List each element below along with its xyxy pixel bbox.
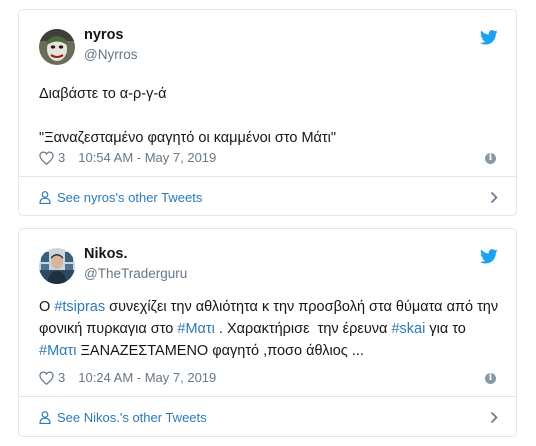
hashtag-link[interactable]: #tsipras: [54, 299, 105, 315]
avatar[interactable]: [39, 29, 75, 65]
twitter-bird-icon[interactable]: [480, 249, 498, 264]
like-count[interactable]: 3: [58, 150, 65, 165]
timestamp[interactable]: 10:54 AM - May 7, 2019: [78, 150, 216, 165]
hashtag-link[interactable]: #Ματι: [177, 321, 214, 337]
tweet-meta: 3 10:54 AM - May 7, 2019: [39, 150, 216, 165]
person-icon: [39, 191, 51, 204]
tweet-text-segment: Ο: [39, 299, 55, 315]
chevron-right-icon[interactable]: [490, 191, 498, 204]
divider: [19, 176, 516, 177]
tweet-meta: 3 10:24 AM - May 7, 2019: [39, 370, 216, 385]
hashtag-link[interactable]: #Ματι: [39, 343, 76, 359]
avatar[interactable]: [39, 248, 75, 284]
footer-link-label[interactable]: See Nikos.'s other Tweets: [57, 410, 207, 425]
tweet-text: Διαβάστε το α-ρ-γ-ά "Ξαναζεσταμένο φαγητ…: [39, 83, 499, 149]
author-handle[interactable]: @TheTraderguru: [84, 266, 187, 281]
person-icon: [39, 411, 51, 424]
tweet-card[interactable]: nyros @Nyrros Διαβάστε το α-ρ-γ-ά "Ξαναζ…: [18, 9, 517, 216]
see-other-tweets-link[interactable]: See Nikos.'s other Tweets: [39, 410, 498, 425]
author-name[interactable]: nyros: [84, 27, 124, 43]
hashtag-link[interactable]: #skai: [391, 321, 425, 337]
info-icon[interactable]: i: [485, 153, 496, 164]
timestamp[interactable]: 10:24 AM - May 7, 2019: [78, 370, 216, 385]
tweet-text-segment: . Χαρακτήρισε την έρευνα: [214, 321, 392, 337]
twitter-bird-icon[interactable]: [480, 30, 498, 45]
tweet-text-segment: για το: [425, 321, 470, 337]
chevron-right-icon[interactable]: [490, 411, 498, 424]
footer-link-label[interactable]: See nyros's other Tweets: [57, 190, 202, 205]
tweet-card[interactable]: Nikos. @TheTraderguru Ο #tsipras συνεχίζ…: [18, 228, 517, 437]
tweet-text-line: Διαβάστε το α-ρ-γ-ά: [39, 86, 167, 102]
see-other-tweets-link[interactable]: See nyros's other Tweets: [39, 190, 498, 205]
heart-icon[interactable]: [39, 370, 54, 385]
tweet-text-segment: ΞΑΝΑΖΕΣΤΑΜΕΝΟ φαγητό ,ποσο άθλιος ...: [76, 343, 364, 359]
author-name[interactable]: Nikos.: [84, 246, 128, 262]
author-handle[interactable]: @Nyrros: [84, 47, 137, 62]
info-icon[interactable]: i: [485, 373, 496, 384]
like-count[interactable]: 3: [58, 370, 65, 385]
tweet-text: Ο #tsipras συνεχίζει την αθλιότητα κ την…: [39, 296, 499, 362]
tweet-text-line: "Ξαναζεσταμένο φαγητό οι καμμένοι στο Μά…: [39, 130, 337, 146]
divider: [19, 396, 516, 397]
heart-icon[interactable]: [39, 150, 54, 165]
